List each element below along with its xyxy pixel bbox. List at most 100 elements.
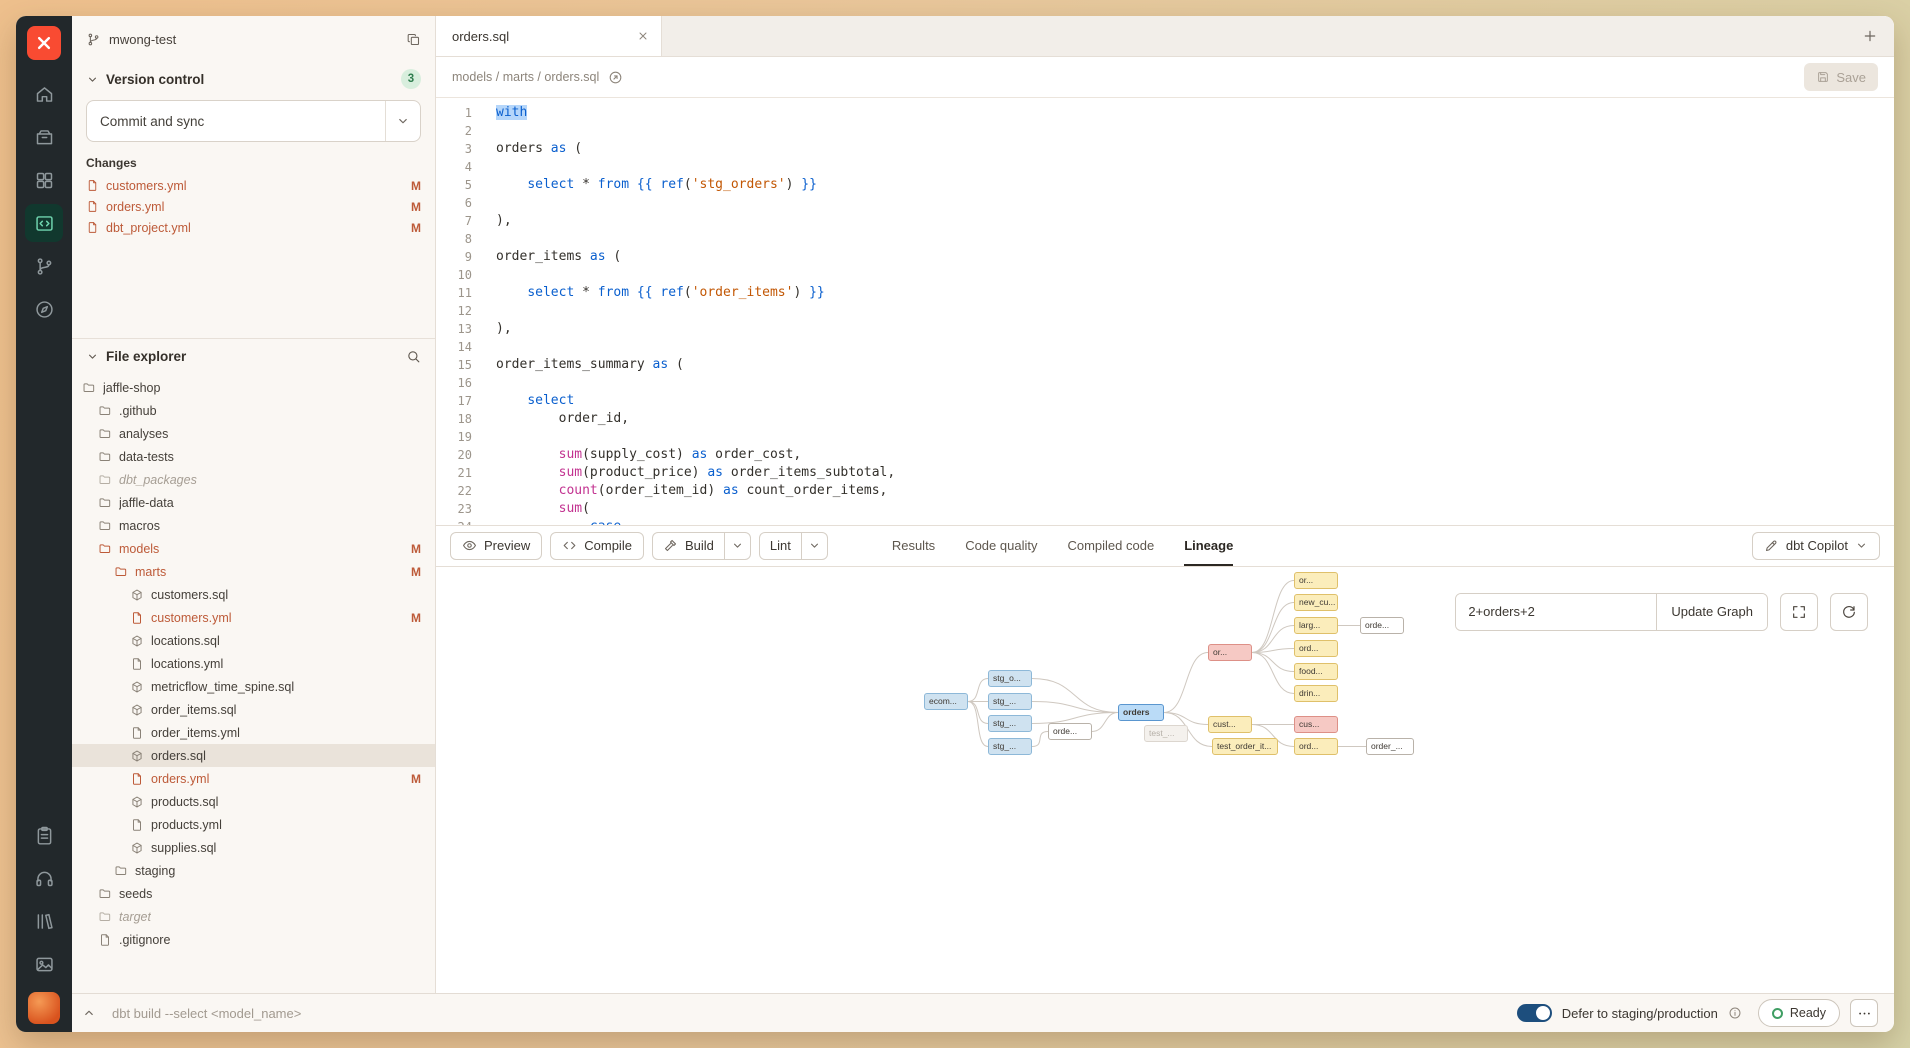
lineage-node-ecom[interactable]: ecom... [924,693,968,710]
tree-item-models[interactable]: modelsM [72,537,435,560]
compile-button[interactable]: Compile [550,532,644,560]
tree-item-locations.sql[interactable]: locations.sql [72,629,435,652]
lineage-node-oryel[interactable]: or... [1294,572,1338,589]
lineage-node-orders[interactable]: orders [1118,704,1164,721]
tree-item-order_items.sql[interactable]: order_items.sql [72,698,435,721]
tree-item-staging[interactable]: staging [72,859,435,882]
defer-toggle[interactable] [1517,1004,1552,1022]
folder-icon [82,381,96,395]
code-editor[interactable]: 1234567891011121314151617181920212223242… [436,98,1894,525]
lineage-node-stg1[interactable]: stg_o... [988,670,1032,687]
update-graph-button[interactable]: Update Graph [1656,594,1767,630]
tree-item-marts[interactable]: martsM [72,560,435,583]
lineage-node-drin[interactable]: drin... [1294,685,1338,702]
version-control-header[interactable]: Version control 3 [72,62,435,96]
lineage-node-orderg[interactable]: order_... [1366,738,1414,755]
tree-item-dbt_packages[interactable]: dbt_packages [72,468,435,491]
save-button[interactable]: Save [1804,63,1878,91]
code-line-7: ), [496,212,1894,230]
changed-file-orders.yml[interactable]: orders.ymlM [72,196,435,217]
rail-item-headset[interactable] [25,859,63,897]
tree-item-.gitignore[interactable]: .gitignore [72,928,435,951]
lineage-node-ordy1[interactable]: ord... [1294,640,1338,657]
expand-command-bar-icon[interactable] [82,1006,96,1020]
lineage-node-stg2[interactable]: stg_... [988,693,1032,710]
tree-item-order_items.yml[interactable]: order_items.yml [72,721,435,744]
tree-item-products.sql[interactable]: products.sql [72,790,435,813]
lineage-node-stg4[interactable]: stg_... [988,738,1032,755]
commit-and-sync-button[interactable]: Commit and sync [87,101,385,141]
search-icon[interactable] [406,349,421,364]
tree-item-orders.sql[interactable]: orders.sql [72,744,435,767]
rail-item-grid[interactable] [25,161,63,199]
lint-button[interactable]: Lint [760,533,801,559]
tree-item-customers.yml[interactable]: customers.ymlM [72,606,435,629]
rail-item-library[interactable] [25,902,63,940]
tree-item-customers.sql[interactable]: customers.sql [72,583,435,606]
lineage-node-newcu[interactable]: new_cu... [1294,594,1338,611]
rail-item-home[interactable] [25,75,63,113]
lineage-selector-input[interactable] [1456,594,1656,630]
lineage-node-cusp[interactable]: cus... [1294,716,1338,733]
info-icon[interactable] [1728,1006,1742,1020]
fullscreen-button[interactable] [1780,593,1818,631]
lineage-panel[interactable]: Update Graph ecom... stg_o... stg_... stg_.… [436,567,1894,994]
code-content[interactable]: withorders as ( select * from {{ ref('st… [486,98,1894,525]
lineage-node-testf[interactable]: test_... [1144,725,1188,742]
user-avatar[interactable] [28,992,60,1024]
tree-item-supplies.sql[interactable]: supplies.sql [72,836,435,859]
tree-item-orders.yml[interactable]: orders.ymlM [72,767,435,790]
open-file-link-icon[interactable] [608,70,623,85]
tree-item-products.yml[interactable]: products.yml [72,813,435,836]
tree-item-metricflow_time_spine.sql[interactable]: metricflow_time_spine.sql [72,675,435,698]
rail-item-image[interactable] [25,945,63,983]
lineage-node-ordy2[interactable]: ord... [1294,738,1338,755]
tree-item-.github[interactable]: .github [72,399,435,422]
tree-item-macros[interactable]: macros [72,514,435,537]
file-explorer-header[interactable]: File explorer [72,339,435,373]
lineage-node-orpink[interactable]: or... [1208,644,1252,661]
panel-tab-code-quality[interactable]: Code quality [965,526,1037,566]
build-button[interactable]: Build [653,533,724,559]
lineage-node-food[interactable]: food... [1294,663,1338,680]
lineage-node-cust[interactable]: cust... [1208,716,1252,733]
tree-item-jaffle-shop[interactable]: jaffle-shop [72,376,435,399]
close-tab-icon[interactable] [637,30,649,42]
lint-options-chevron[interactable] [801,533,827,559]
dbt-copilot-button[interactable]: dbt Copilot [1752,532,1880,560]
changed-file-customers.yml[interactable]: customers.ymlM [72,175,435,196]
copy-branch-icon[interactable] [406,32,421,47]
command-input[interactable]: dbt build --select <model_name> [112,1006,301,1021]
branch-header[interactable]: mwong-test [72,16,435,62]
panel-tab-results[interactable]: Results [892,526,935,566]
tree-item-locations.yml[interactable]: locations.yml [72,652,435,675]
tree-item-target[interactable]: target [72,905,435,928]
changed-file-dbt_project.yml[interactable]: dbt_project.ymlM [72,217,435,238]
lineage-node-ordeg[interactable]: orde... [1360,617,1404,634]
rail-item-code-editor[interactable] [25,204,63,242]
build-options-chevron[interactable] [724,533,750,559]
ready-status-badge[interactable]: Ready [1758,999,1840,1027]
rail-item-checklist[interactable] [25,816,63,854]
lineage-node-larg[interactable]: larg... [1294,617,1338,634]
rail-item-git-fork[interactable] [25,247,63,285]
rail-item-compass[interactable] [25,290,63,328]
dbt-logo[interactable] [27,26,61,60]
preview-button[interactable]: Preview [450,532,542,560]
lineage-node-testoi[interactable]: test_order_it... [1212,738,1278,755]
lineage-node-stg3[interactable]: stg_... [988,715,1032,732]
panel-tab-compiled-code[interactable]: Compiled code [1067,526,1154,566]
tree-item-analyses[interactable]: analyses [72,422,435,445]
more-options-button[interactable] [1850,999,1878,1027]
refresh-button[interactable] [1830,593,1868,631]
lineage-node-orde1[interactable]: orde... [1048,723,1092,740]
tree-item-seeds[interactable]: seeds [72,882,435,905]
minimap[interactable] [1808,106,1880,261]
tree-item-data-tests[interactable]: data-tests [72,445,435,468]
commit-options-chevron[interactable] [385,101,420,141]
tree-item-jaffle-data[interactable]: jaffle-data [72,491,435,514]
panel-tab-lineage[interactable]: Lineage [1184,526,1233,566]
rail-item-stack[interactable] [25,118,63,156]
tab-orders-sql[interactable]: orders.sql [436,16,662,56]
new-tab-icon[interactable] [1862,28,1878,44]
